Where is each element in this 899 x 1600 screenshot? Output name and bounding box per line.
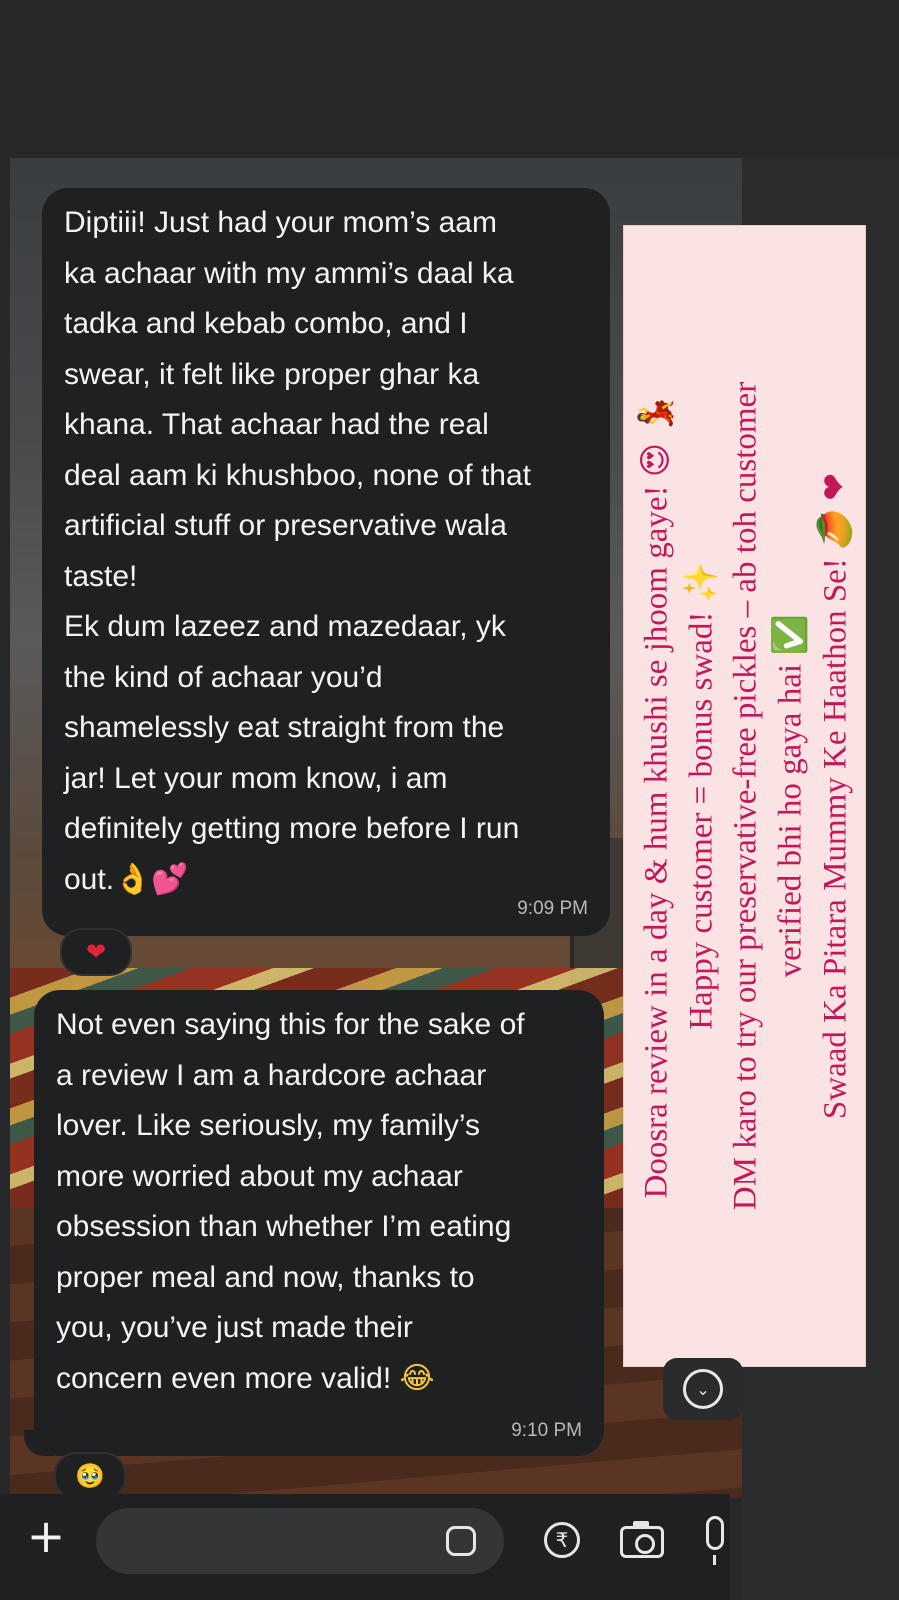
message-input-bar: + ₹ [0,1494,730,1600]
chat-screen: Diptiii! Just had your mom’s aam ka acha… [0,0,899,1600]
caption-sticker-text: Doosra review in a day & hum khushi se j… [624,226,865,1366]
message-input[interactable] [96,1508,504,1574]
ok-hand-emoji: 👌 [114,861,152,897]
heart-eyes-emoji: 😍 [634,442,674,478]
reaction-heart[interactable]: ❤ [60,928,132,976]
scroll-down-button[interactable]: ⌄ [663,1358,743,1420]
caption-line-1-text: Doosra review in a day & hum khushi se j… [637,485,674,1199]
two-hearts-emoji: 💕 [151,861,189,897]
caption-line-3: DM karo to try our preservative-free pic… [726,381,763,1211]
message-text-wrap-1: Diptiii! Just had your mom’s aam ka acha… [64,198,588,905]
caption-line-5: Swaad Ka Pitara Mummy Ke Haathon Se! 🥭 ❤ [812,473,857,1119]
red-heart-emoji: ❤ [813,472,853,501]
joy-emoji: 😂 [399,1360,435,1396]
rupee-icon[interactable]: ₹ [544,1522,580,1558]
camera-icon[interactable] [620,1521,664,1558]
caption-line-4: verified bhi ho gaya hai ✅ [767,615,812,978]
message-time-2: 9:10 PM [511,1420,582,1441]
caption-line-2-text: Happy customer = bonus swad! [682,611,719,1030]
plus-icon[interactable]: + [22,1513,70,1562]
scroll-down-icon: ⌄ [683,1369,723,1409]
caption-line-5-text: Swaad Ka Pitara Mummy Ke Haathon Se! [816,558,853,1120]
message-time-1: 9:09 PM [517,898,588,919]
check-mark-emoji: ✅ [768,614,808,656]
reaction-holding-tears[interactable]: 🥹 [54,1452,126,1500]
mic-icon[interactable] [706,1516,724,1565]
message-text-1: Diptiii! Just had your mom’s aam ka acha… [64,206,531,896]
caption-line-1: Doosra review in a day & hum khushi se j… [633,394,678,1199]
sparkles-emoji: ✨ [679,562,719,604]
sticker-icon[interactable] [446,1526,476,1556]
caption-line-2: Happy customer = bonus swad! ✨ [678,562,723,1030]
message-text-wrap-2: Not even saying this for the sake of a r… [56,1000,582,1404]
caption-line-4-text: verified bhi ho gaya hai [771,663,808,978]
message-bubble-1[interactable]: Diptiii! Just had your mom’s aam ka acha… [42,188,610,936]
caption-sticker: Doosra review in a day & hum khushi se j… [624,226,865,1366]
dancer-emoji: 💃 [634,393,674,435]
mango-emoji: 🥭 [813,508,853,550]
message-bubble-2[interactable]: Not even saying this for the sake of a r… [34,990,604,1456]
message-text-2: Not even saying this for the sake of a r… [56,1008,525,1395]
